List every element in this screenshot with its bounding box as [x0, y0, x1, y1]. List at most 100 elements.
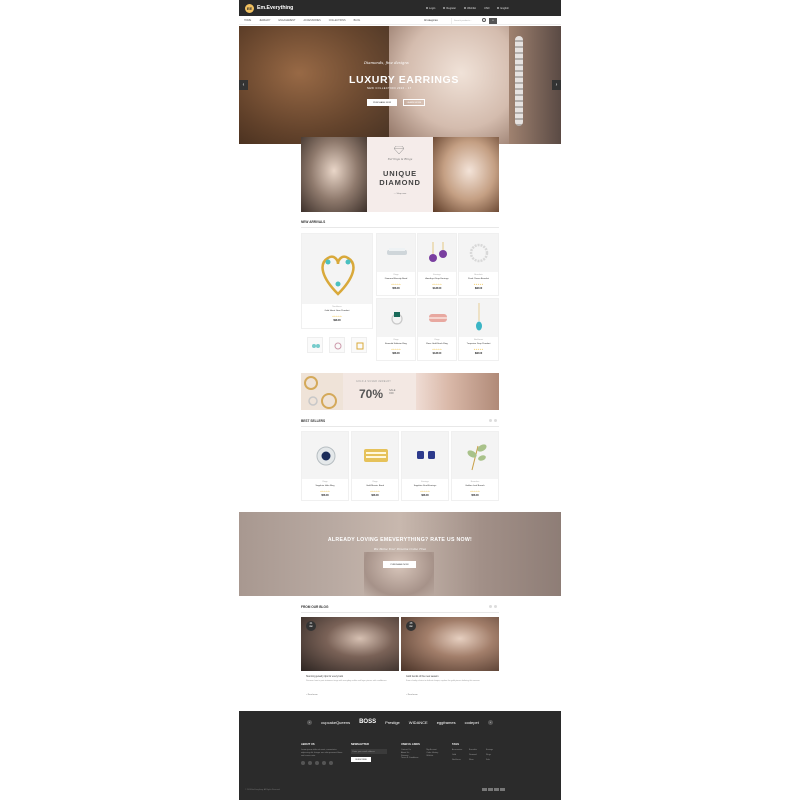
carousel-next-button[interactable] [494, 605, 497, 608]
blog-post-card[interactable]: 21 Jan Stunning jewelry tips for every l… [301, 617, 399, 702]
thumbnail-pendant[interactable] [351, 337, 367, 353]
search-icon[interactable] [482, 18, 486, 22]
rate-us-button[interactable]: PURCHASE NOW [383, 561, 416, 568]
product-name[interactable]: Gold Mosaic Band [352, 485, 398, 487]
tag-link[interactable]: Rings [486, 754, 502, 756]
blog-post-card[interactable]: 28 Jan Gold trends of the new season Fro… [401, 617, 499, 702]
brand-logo[interactable]: cupcakeQueens [321, 720, 350, 725]
tag-link[interactable]: Diamond [469, 754, 485, 756]
tag-link[interactable]: Bracelets [469, 749, 485, 751]
brand-logo[interactable]: WIDANCE [409, 720, 428, 725]
product-image[interactable] [352, 432, 398, 479]
product-name[interactable]: Gold Heart Gem Pendant [302, 310, 372, 312]
product-name[interactable]: Sapphire Halo Ring [302, 485, 348, 487]
product-card[interactable]: Earrings Amethyst Drop Earrings ★★★★★ $1… [417, 233, 457, 296]
tag-link[interactable]: Accessories [452, 749, 468, 751]
chevron-left-icon[interactable]: ‹ [307, 719, 313, 725]
top-link-register[interactable]: Register [443, 7, 456, 10]
carousel-next-button[interactable] [494, 419, 497, 422]
product-image[interactable] [377, 299, 415, 337]
brand-logo[interactable]: BOSS [359, 719, 376, 725]
slider-next-arrow[interactable]: › [552, 80, 561, 90]
brand-logo[interactable]: eggframes [437, 720, 456, 725]
brand-logo[interactable]: codepet [465, 720, 479, 725]
purchase-now-button[interactable]: PURCHASE NOW [367, 99, 397, 106]
cart-button[interactable]: 0 [489, 17, 497, 24]
shop-now-link[interactable]: — Shop now [367, 193, 433, 195]
logo-text[interactable]: Em.Everything [257, 5, 293, 11]
product-card[interactable]: Brooches Golden Leaf Brooch ★★★★★ $58.00 [451, 431, 499, 501]
thumbnail-earrings[interactable] [307, 337, 323, 353]
category-select[interactable]: All categories [424, 18, 450, 24]
nav-item-blog[interactable]: BLOG [354, 19, 361, 22]
nav-item-collections[interactable]: COLLECTIONS [329, 19, 346, 22]
product-image[interactable] [418, 234, 456, 272]
logo-mark[interactable]: EE [245, 3, 254, 13]
facebook-icon[interactable] [301, 761, 305, 766]
thumbnail-ring[interactable] [329, 337, 345, 353]
footer-link[interactable]: Wishlist [426, 755, 438, 758]
product-name[interactable]: Amethyst Drop Earrings [418, 278, 456, 280]
product-image[interactable] [402, 432, 448, 479]
product-image[interactable] [377, 234, 415, 272]
read-more-link[interactable]: + Read more [406, 694, 418, 696]
tag-link[interactable]: Earrings [486, 749, 502, 751]
product-name[interactable]: Sapphire Stud Earrings [402, 485, 448, 487]
top-link-wishlist[interactable]: Wishlist [464, 7, 476, 10]
product-card[interactable]: Rings Diamond Eternity Band ★★★★★ $58.00 [376, 233, 416, 296]
product-card[interactable]: Earrings Sapphire Stud Earrings ★★★★★ $6… [401, 431, 449, 501]
tag-link[interactable]: Sale [486, 759, 502, 761]
nav-item-accessories[interactable]: ACCESSORIES [303, 19, 320, 22]
emerald-ring-image [391, 312, 403, 325]
product-card[interactable]: Rings Sapphire Halo Ring ★★★★★ $58.00 [301, 431, 349, 501]
product-image[interactable] [418, 299, 456, 337]
product-image[interactable] [459, 234, 498, 272]
blog-post-title[interactable]: Stunning jewelry tips for every look [306, 675, 343, 678]
twitter-icon[interactable] [308, 761, 312, 766]
product-name[interactable]: Golden Leaf Brooch [452, 485, 498, 487]
brand-logo[interactable]: Prestige [385, 720, 400, 725]
featured-product-card[interactable]: Necklaces Gold Heart Gem Pendant ★★★★★ $… [301, 233, 373, 329]
slider-prev-arrow[interactable]: ‹ [239, 80, 248, 90]
product-card[interactable]: Rings Rose Gold Stack Ring ★★★★★ $128.00 [417, 298, 457, 361]
language-select[interactable]: English [497, 7, 509, 10]
product-name[interactable]: Rose Gold Stack Ring [418, 343, 456, 345]
newsletter-email-input[interactable]: Enter your email address [351, 749, 387, 754]
nav-item-engagement[interactable]: ENGAGEMENT [278, 19, 295, 22]
read-more-link[interactable]: + Read more [306, 694, 318, 696]
footer-link[interactable]: Terms & Conditions [401, 757, 418, 760]
chevron-right-icon[interactable]: › [487, 719, 493, 725]
product-image[interactable] [302, 432, 348, 479]
product-image[interactable] [302, 234, 372, 304]
flag-icon [497, 7, 500, 9]
learn-more-button[interactable]: LEARN MORE [403, 99, 425, 106]
product-card[interactable]: Rings Emerald Solitaire Ring ★★★★★ $68.0… [376, 298, 416, 361]
pinterest-icon[interactable] [329, 761, 333, 766]
nav-item-home[interactable]: HOME [244, 19, 251, 22]
blog-post-title[interactable]: Gold trends of the new season [406, 675, 438, 678]
tag-link[interactable]: Gold [452, 754, 468, 756]
instagram-icon[interactable] [322, 761, 326, 766]
diamond-banner[interactable]: Earrings & Rings UNIQUE DIAMOND — Shop n… [301, 137, 499, 212]
top-link-login[interactable]: Login [426, 7, 435, 10]
product-name[interactable]: Diamond Eternity Band [377, 278, 415, 280]
product-price: $58.00 [471, 494, 479, 497]
product-card[interactable]: Necklaces Turquoise Drop Pendant ★★★★★ $… [458, 298, 499, 361]
sale-banner[interactable]: GOLD & SILVER JEWELRY 70% SALE OFF [301, 373, 499, 410]
product-name[interactable]: Turquoise Drop Pendant [459, 343, 498, 345]
product-name[interactable]: Emerald Solitaire Ring [377, 343, 415, 345]
nav-item-jewelry[interactable]: JEWELRY [259, 19, 270, 22]
currency-select[interactable]: USD [484, 7, 489, 10]
product-card[interactable]: Bracelets Pearl Charm Bracelet ★★★★★ $98… [458, 233, 499, 296]
product-image[interactable] [452, 432, 498, 479]
product-name[interactable]: Pearl Charm Bracelet [459, 278, 498, 280]
tag-link[interactable]: Necklaces [452, 759, 468, 761]
google-plus-icon[interactable] [315, 761, 319, 766]
product-card[interactable]: Rings Gold Mosaic Band ★★★★★ $68.00 [351, 431, 399, 501]
blog-post-excerpt: Discover how to pair statement rings wit… [306, 680, 388, 682]
tag-link[interactable]: Silver [469, 759, 485, 761]
product-image[interactable] [459, 299, 498, 337]
carousel-prev-button[interactable] [489, 419, 492, 422]
subscribe-button[interactable]: SUBSCRIBE [351, 757, 371, 762]
carousel-prev-button[interactable] [489, 605, 492, 608]
